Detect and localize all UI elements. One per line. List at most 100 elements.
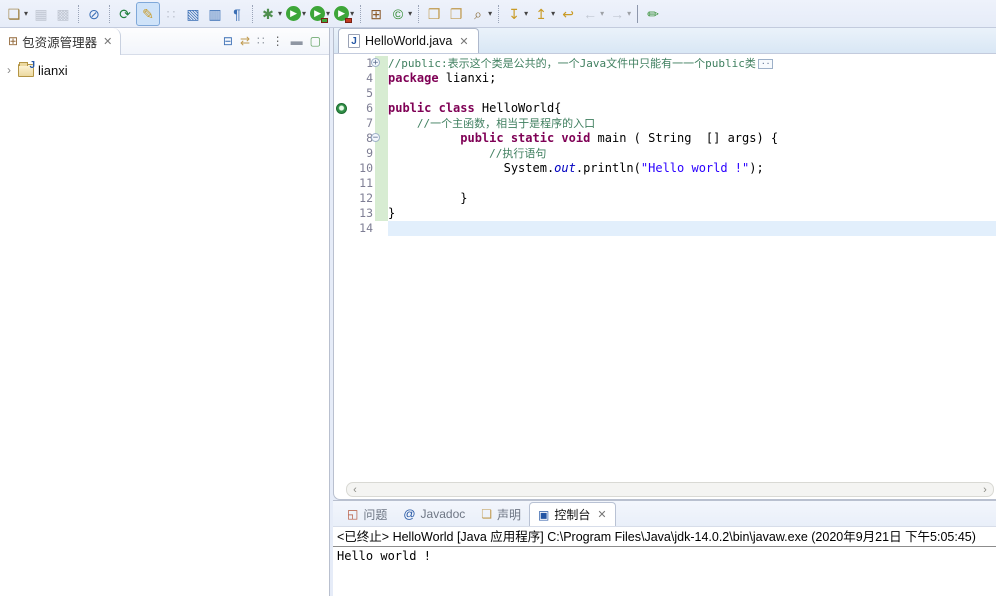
code-text[interactable]: [388, 221, 996, 236]
code-line-5[interactable]: 5: [334, 86, 996, 101]
back-dropdown-icon[interactable]: ▾: [600, 9, 604, 18]
problems-icon: ◱: [347, 507, 359, 521]
tab-helloworld-java[interactable]: J HelloWorld.java ✕: [338, 28, 479, 53]
focus-task-icon[interactable]: ∷: [257, 34, 265, 48]
line-number: 13: [359, 206, 373, 220]
marker-gutter: [334, 86, 349, 101]
search-dropdown-icon[interactable]: ▾: [488, 9, 492, 18]
run-dropdown-icon[interactable]: ▾: [302, 9, 306, 18]
code-text[interactable]: [388, 86, 996, 101]
block-selection-icon: ▥: [208, 5, 222, 22]
new-java-project-button[interactable]: ⊞: [365, 2, 387, 26]
maximize-icon[interactable]: ▢: [310, 34, 321, 48]
code-line-1[interactable]: 1 +//public:表示这个类是公共的，一个Java文件中只能有一一个publ…: [334, 56, 996, 71]
console-icon: ▣: [538, 507, 550, 522]
code-text[interactable]: public static void main ( String [] args…: [388, 131, 996, 146]
scroll-right-icon[interactable]: ›: [977, 484, 993, 496]
search-button[interactable]: ⌕ ▾: [467, 2, 494, 26]
code-text[interactable]: }: [388, 191, 996, 206]
code-editor[interactable]: 1 +//public:表示这个类是公共的，一个Java文件中只能有一一个publ…: [334, 54, 996, 482]
code-text[interactable]: //一个主函数，相当于是程序的入口: [388, 116, 996, 131]
run-icon: ▶: [286, 6, 302, 21]
code-line-6[interactable]: 6 public class HelloWorld{: [334, 101, 996, 116]
code-segment-plain: [388, 146, 489, 160]
folded-region-box[interactable]: ··: [757, 58, 774, 69]
tab-console[interactable]: ▣ 控制台 ✕: [529, 502, 616, 526]
external-tools-dropdown-icon[interactable]: ▾: [350, 9, 354, 18]
code-text[interactable]: //public:表示这个类是公共的，一个Java文件中只能有一一个public…: [388, 56, 996, 71]
previous-annotation-button[interactable]: ↥ ▾: [530, 2, 557, 26]
close-icon[interactable]: ✕: [459, 35, 468, 48]
code-segment-kw: public static void: [460, 131, 591, 145]
tree-item-lianxi[interactable]: › Jlianxi: [4, 60, 325, 79]
fold-gutter: [375, 191, 388, 206]
tab-package-explorer[interactable]: ⊞ 包资源管理器 ✕: [0, 27, 122, 55]
new-wizard-button[interactable]: ❏ ▾: [3, 2, 30, 26]
coverage-dropdown-icon[interactable]: ▾: [326, 9, 330, 18]
expand-chevron-icon[interactable]: ›: [4, 63, 14, 77]
code-line-11[interactable]: 11: [334, 176, 996, 191]
code-text[interactable]: System.out.println("Hello world !");: [388, 161, 996, 176]
skip-breakpoints-button[interactable]: ⊘: [83, 2, 105, 26]
skip-breakpoints-icon: ⊘: [88, 5, 100, 22]
main-toolbar: ❏ ▾ ▦ ▩ ⊘ ⟳ ✎ ∷ ▧ ▥ ¶ ✱ ▾ ▶ ▾ ▶ ▾ ▶ ▾ ⊞ © ▾ ❒ ❐ ⌕ ▾ ↧ ▾ ↥ ▾ ↩ ← ▾ → ▾ ✏: [0, 0, 996, 28]
console-output[interactable]: Hello world !: [333, 547, 996, 596]
previous-annotation-dropdown-icon[interactable]: ▾: [551, 9, 555, 18]
code-text[interactable]: public class HelloWorld{: [388, 101, 996, 116]
open-type-icon: ▧: [186, 5, 200, 22]
marker-gutter: [334, 221, 349, 236]
close-icon[interactable]: ✕: [103, 35, 112, 48]
run-button[interactable]: ▶ ▾: [284, 2, 308, 26]
tab-problems[interactable]: ◱ 问题: [339, 502, 395, 526]
view-tab-label: 包资源管理器: [22, 35, 98, 50]
tab-javadoc[interactable]: @ Javadoc: [395, 502, 473, 526]
collapse-all-icon[interactable]: ⊟: [223, 34, 233, 48]
next-annotation-button[interactable]: ↧ ▾: [503, 2, 530, 26]
code-line-13[interactable]: 13}: [334, 206, 996, 221]
code-line-10[interactable]: 10 System.out.println("Hello world !");: [334, 161, 996, 176]
close-icon[interactable]: ✕: [597, 508, 606, 521]
code-text[interactable]: }: [388, 206, 996, 221]
new-wizard-dropdown-icon[interactable]: ▾: [24, 9, 28, 18]
open-task-button[interactable]: ❒: [423, 2, 445, 26]
perspective-java-button[interactable]: ✏: [642, 2, 664, 26]
code-line-7[interactable]: 7 //一个主函数，相当于是程序的入口: [334, 116, 996, 131]
toolbar-separator: [109, 4, 111, 23]
last-edit-location-button[interactable]: ↩: [557, 2, 579, 26]
minimize-icon[interactable]: ▬: [291, 34, 303, 48]
forward-dropdown-icon[interactable]: ▾: [627, 9, 631, 18]
fold-collapse-icon[interactable]: −: [371, 133, 380, 143]
link-with-editor-icon[interactable]: ⇄: [240, 34, 250, 48]
coverage-button[interactable]: ▶ ▾: [308, 2, 332, 26]
scroll-left-icon[interactable]: ‹: [347, 484, 363, 496]
horizontal-scrollbar[interactable]: ‹ ›: [346, 482, 994, 497]
new-class-button[interactable]: © ▾: [387, 2, 414, 26]
code-segment-comment: //public:表示这个类是公共的，一个Java文件中只能有一一个public…: [388, 57, 756, 70]
code-text[interactable]: [388, 176, 996, 191]
fold-expand-icon[interactable]: +: [371, 58, 380, 68]
open-type-button[interactable]: ▧: [182, 2, 204, 26]
code-line-12[interactable]: 12 }: [334, 191, 996, 206]
debug-dropdown-icon[interactable]: ▾: [278, 9, 282, 18]
code-line-14[interactable]: 14: [334, 221, 996, 236]
code-line-9[interactable]: 9 //执行语句: [334, 146, 996, 161]
mark-occurrences-button[interactable]: ✎: [136, 1, 161, 26]
debug-button[interactable]: ✱ ▾: [257, 2, 284, 26]
fold-gutter: +: [371, 56, 388, 71]
code-text[interactable]: package lianxi;: [388, 71, 996, 86]
code-line-4[interactable]: 4 package lianxi;: [334, 71, 996, 86]
next-annotation-dropdown-icon[interactable]: ▾: [524, 9, 528, 18]
tab-declaration[interactable]: ❏ 声明: [473, 502, 529, 526]
open-resource-button[interactable]: ❐: [445, 2, 467, 26]
show-whitespace-button[interactable]: ¶: [226, 2, 248, 26]
view-menu-icon[interactable]: ⋮: [272, 34, 284, 48]
code-text[interactable]: //执行语句: [388, 146, 996, 161]
code-line-8[interactable]: 8− public static void main ( String [] a…: [334, 131, 996, 146]
external-tools-button[interactable]: ▶ ▾: [332, 2, 356, 26]
relaunch-button[interactable]: ⟳: [114, 2, 136, 26]
back-button: ← ▾: [579, 2, 606, 26]
launch-icon[interactable]: [336, 103, 347, 114]
new-class-dropdown-icon[interactable]: ▾: [408, 9, 412, 18]
debug-icon: ✱: [262, 5, 274, 22]
block-selection-button[interactable]: ▥: [204, 2, 226, 26]
